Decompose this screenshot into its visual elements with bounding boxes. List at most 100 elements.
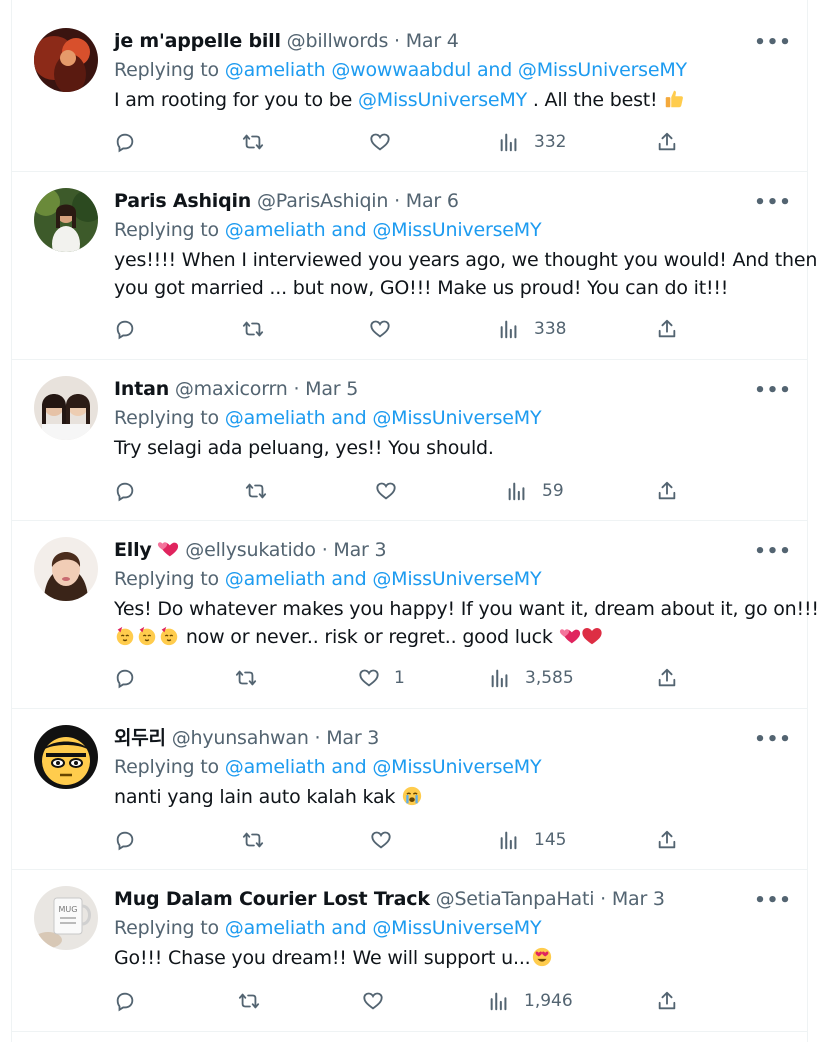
reply-button[interactable] [114,667,136,689]
more-options-icon[interactable]: ••• [754,729,791,750]
share-button[interactable] [656,318,678,340]
retweet-button[interactable] [242,131,264,153]
tweet-date[interactable]: Mar 3 [326,727,379,749]
heart-icon [370,320,390,338]
heart-icon [359,669,379,687]
more-options-icon[interactable]: ••• [754,380,791,401]
like-button[interactable] [362,990,398,1012]
views-button[interactable]: 3,585 [489,667,574,689]
replying-to-mentions[interactable]: @ameliath and @MissUniverseMY [225,219,542,241]
views-icon [500,133,517,152]
two-hearts-icon [559,625,581,647]
replying-to-label: Replying to [114,756,219,778]
retweet-button[interactable] [238,990,260,1012]
user-handle[interactable]: @billwords [287,30,389,52]
reply-button[interactable] [114,318,136,340]
retweet-button[interactable] [245,480,267,502]
tweet-date[interactable]: Mar 4 [406,30,459,52]
avatar[interactable] [34,188,98,252]
share-button[interactable] [656,667,678,689]
replying-to-mentions[interactable]: @ameliath and @MissUniverseMY [225,568,542,590]
like-button[interactable] [375,480,411,502]
reply-button[interactable] [114,480,136,502]
tweet-mention[interactable]: @MissUniverseMY [358,89,527,111]
views-button[interactable]: 59 [506,480,564,502]
share-button[interactable] [656,829,678,851]
tweet-date[interactable]: Mar 3 [333,539,386,561]
views-button[interactable]: 145 [498,829,566,851]
like-button[interactable] [370,829,406,851]
share-icon [658,830,676,849]
views-icon [490,992,507,1011]
display-name[interactable]: Paris Ashiqin [114,190,251,212]
reply-button[interactable] [114,131,136,153]
user-handle[interactable]: @maxicorrn [175,378,288,400]
heart-icon [370,133,390,151]
separator: · [394,190,400,212]
tweet-date[interactable]: Mar 5 [305,378,358,400]
tweet-reply[interactable]: Paris Ashiqin @ParisAshiqin · Mar 6 ••• … [12,172,817,360]
views-button[interactable]: 1,946 [488,990,573,1012]
avatar[interactable] [34,28,98,92]
display-name[interactable]: je m'appelle bill [114,30,281,52]
tweet-reply[interactable]: MUG Mug Dalam Courier Lost Track @SetiaT… [12,870,807,1032]
user-handle[interactable]: @ParisAshiqin [257,190,388,212]
views-button[interactable]: 338 [498,318,566,340]
display-name[interactable]: Mug Dalam Courier Lost Track [114,888,430,910]
reply-button[interactable] [114,829,136,851]
replying-to-mentions[interactable]: @ameliath and @MissUniverseMY [225,756,542,778]
like-button[interactable] [369,318,405,340]
retweet-icon [238,993,260,1009]
retweet-button[interactable] [242,318,264,340]
like-button[interactable]: 1 [358,667,405,689]
share-button[interactable] [656,990,678,1012]
tweet-text-line: yes!!!! When I interviewed you years ago… [114,249,818,271]
like-count: 1 [394,668,405,688]
share-icon [658,132,676,151]
replying-to-mentions[interactable]: @ameliath and @MissUniverseMY [225,917,542,939]
share-button[interactable] [656,480,678,502]
heart-icon [376,482,396,500]
more-options-icon[interactable]: ••• [754,541,791,562]
display-name[interactable]: Intan [114,378,169,400]
tweet-text: Go!!! Chase you dream!! We will support … [114,947,531,969]
retweet-icon [245,483,267,499]
display-name[interactable]: 외두리 [114,727,166,749]
like-button[interactable] [369,131,405,153]
avatar[interactable] [34,537,98,601]
tweet-reply[interactable]: je m'appelle bill @billwords · Mar 4 •••… [12,12,807,172]
user-handle[interactable]: @hyunsahwan [172,727,309,749]
avatar[interactable] [34,725,98,789]
views-button[interactable]: 332 [498,131,566,153]
tweet-date[interactable]: Mar 6 [406,190,459,212]
retweet-button[interactable] [242,829,264,851]
more-options-icon[interactable]: ••• [754,890,791,911]
tweet-reply[interactable]: Intan @maxicorrn · Mar 5 ••• Replying to… [12,360,807,521]
view-count: 332 [534,132,567,152]
replying-to-mentions[interactable]: @ameliath @wowwaabdul and @MissUniverseM… [225,59,687,81]
thumbs-up-icon [663,88,685,110]
share-icon [658,319,676,338]
view-count: 338 [534,319,567,339]
heart-eyes-icon [531,946,553,968]
reply-button[interactable] [114,990,136,1012]
avatar[interactable] [34,376,98,440]
replying-to-label: Replying to [114,219,219,241]
user-handle[interactable]: @ellysukatido [185,539,316,561]
more-options-icon[interactable]: ••• [754,32,791,53]
tweet-reply[interactable]: Elly @ellysukatido · Mar 3 ••• Replying … [12,521,819,709]
share-button[interactable] [656,131,678,153]
partying-face-icon [114,625,136,647]
replying-to-mentions[interactable]: @ameliath and @MissUniverseMY [225,407,542,429]
avatar[interactable]: MUG [34,886,98,950]
tweet-date[interactable]: Mar 3 [612,888,665,910]
tweet-reply[interactable]: 외두리 @hyunsahwan · Mar 3 ••• Replying to … [12,709,807,870]
retweet-button[interactable] [235,667,257,689]
reply-icon [116,992,134,1012]
separator: · [394,30,400,52]
display-name[interactable]: Elly [114,539,152,561]
replying-to-label: Replying to [114,917,219,939]
more-options-icon[interactable]: ••• [754,192,791,213]
share-icon [658,481,676,500]
user-handle[interactable]: @SetiaTanpaHati [436,888,595,910]
